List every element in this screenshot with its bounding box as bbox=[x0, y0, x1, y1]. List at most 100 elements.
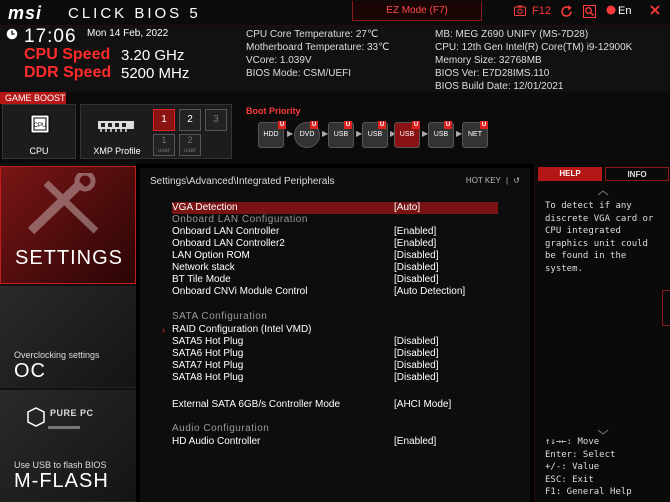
help-text: To detect if any discrete VGA card or CP… bbox=[545, 201, 654, 274]
setting-value: [Disabled] bbox=[394, 336, 439, 347]
setting-label: Network stack bbox=[172, 262, 235, 273]
nav-mflash[interactable]: PURE PC Use USB to flash BIOS M-FLASH bbox=[0, 390, 136, 502]
search-icon[interactable] bbox=[583, 5, 596, 21]
setting-row-sata8-hot-plug[interactable]: SATA8 Hot Plug [Disabled] bbox=[172, 372, 498, 384]
setting-row-lan-controller[interactable]: Onboard LAN Controller [Enabled] bbox=[172, 226, 498, 238]
setting-row-sata7-hot-plug[interactable]: SATA7 Hot Plug [Disabled] bbox=[172, 360, 498, 372]
setting-row-bt-tile-mode[interactable]: BT Tile Mode [Disabled] bbox=[172, 274, 498, 286]
scroll-up-icon[interactable] bbox=[597, 183, 609, 201]
tab-info[interactable]: INFO bbox=[605, 167, 669, 181]
clock-date: Mon 14 Feb, 2022 bbox=[87, 28, 169, 39]
setting-row-hd-audio[interactable]: HD Audio Controller [Enabled] bbox=[172, 436, 498, 448]
cpu-temp: CPU Core Temperature: 27℃ bbox=[246, 29, 379, 40]
key-select: Enter: Select bbox=[545, 449, 616, 460]
setting-label: Onboard CNVi Module Control bbox=[172, 286, 308, 297]
section-header-sata: SATA Configuration bbox=[172, 311, 498, 323]
nav-oc-label: OC bbox=[14, 360, 46, 382]
submenu-arrow-icon: › bbox=[162, 325, 165, 335]
setting-label: SATA6 Hot Plug bbox=[172, 348, 244, 359]
setting-value: [Disabled] bbox=[394, 274, 439, 285]
setting-row-cnvi-module[interactable]: Onboard CNVi Module Control [Auto Detect… bbox=[172, 286, 498, 298]
setting-row-sata5-hot-plug[interactable]: SATA5 Hot Plug [Disabled] bbox=[172, 336, 498, 348]
setting-label: LAN Option ROM bbox=[172, 250, 250, 261]
memory-module-icon bbox=[97, 119, 135, 138]
setting-value: [Enabled] bbox=[394, 238, 437, 249]
setting-value: [Enabled] bbox=[394, 226, 437, 237]
f12-label[interactable]: F12 bbox=[532, 5, 551, 17]
setting-row-sata6-hot-plug[interactable]: SATA6 Hot Plug [Disabled] bbox=[172, 348, 498, 360]
hotkey-button[interactable]: HOT KEY bbox=[466, 176, 501, 185]
ez-mode-button[interactable]: EZ Mode (F7) bbox=[352, 1, 482, 21]
setting-row-lan-option-rom[interactable]: LAN Option ROM [Disabled] bbox=[172, 250, 498, 262]
screenshot-icon[interactable] bbox=[514, 5, 526, 19]
clock-icon bbox=[6, 26, 18, 48]
msi-logo: msi bbox=[8, 3, 43, 23]
sysinfo-left: CPU Core Temperature: 27℃ Motherboard Te… bbox=[246, 28, 389, 80]
section-header-lan: Onboard LAN Configuration bbox=[172, 214, 498, 226]
key-legend: ↑↓→←: Move Enter: Select +/-: Value ESC:… bbox=[545, 436, 669, 499]
uefi-badge: U bbox=[310, 121, 318, 129]
cpu-speed-label: CPU Speed bbox=[24, 46, 111, 63]
setting-value: [AHCI Mode] bbox=[394, 399, 452, 410]
setting-value: [Auto Detection] bbox=[394, 286, 466, 297]
setting-label: External SATA 6GB/s Controller Mode bbox=[172, 399, 341, 410]
xmp-profile-panel[interactable]: XMP Profile 1 2 3 1 user 2 user bbox=[80, 104, 232, 159]
key-help: F1: General Help bbox=[545, 487, 632, 497]
uefi-badge: U bbox=[378, 121, 386, 129]
xmp-profile-3[interactable]: 3 bbox=[205, 109, 227, 131]
key-value: +/-: Value bbox=[545, 462, 600, 472]
sysinfo-right: MB: MEG Z690 UNIFY (MS-7D28) CPU: 12th G… bbox=[435, 28, 632, 93]
nav-settings[interactable]: SETTINGS bbox=[0, 166, 136, 284]
refresh-icon[interactable] bbox=[560, 5, 573, 21]
cpu-chip-icon: CPU bbox=[27, 111, 53, 142]
breadcrumb: Settings\Advanced\Integrated Peripherals bbox=[150, 176, 335, 187]
uefi-badge: U bbox=[444, 121, 452, 129]
game-boost-label: GAME BOOST bbox=[0, 92, 66, 104]
setting-label: HD Audio Controller bbox=[172, 436, 261, 447]
boot-priority-title: Boot Priority bbox=[246, 106, 301, 116]
info-side-tab-icon[interactable] bbox=[662, 290, 670, 326]
submenu-raid-configuration[interactable]: RAID Configuration (Intel VMD) bbox=[172, 324, 498, 336]
setting-value: [Disabled] bbox=[394, 348, 439, 359]
section-label: SATA Configuration bbox=[172, 311, 268, 322]
setting-label: VGA Detection bbox=[172, 202, 238, 213]
setting-row-vga-detection[interactable]: VGA Detection [Auto] bbox=[172, 202, 498, 214]
setting-value: [Disabled] bbox=[394, 262, 439, 273]
nav-oc[interactable]: Overclocking settings OC bbox=[0, 286, 136, 388]
xmp-profile-label: XMP Profile bbox=[93, 146, 141, 156]
mb-temp: Motherboard Temperature: 33℃ bbox=[246, 42, 390, 53]
boot-arrow-icon: ▶ bbox=[287, 129, 294, 138]
setting-row-network-stack[interactable]: Network stack [Disabled] bbox=[172, 262, 498, 274]
setting-label: SATA5 Hot Plug bbox=[172, 336, 244, 347]
cpu-boost-label: CPU bbox=[29, 146, 49, 156]
key-move: ↑↓→←: Move bbox=[545, 437, 600, 447]
main-panel: Settings\Advanced\Integrated Peripherals… bbox=[140, 168, 530, 502]
language-label[interactable]: En bbox=[618, 5, 631, 17]
xmp-profile-1[interactable]: 1 bbox=[153, 109, 175, 131]
uefi-badge: U bbox=[412, 121, 420, 129]
back-icon[interactable]: ↺ bbox=[513, 176, 520, 185]
close-icon[interactable] bbox=[650, 5, 660, 18]
setting-label: SATA8 Hot Plug bbox=[172, 372, 244, 383]
key-exit: ESC: Exit bbox=[545, 474, 594, 485]
user-profile-1[interactable]: 1 user bbox=[153, 134, 175, 156]
hotkey-bar: HOT KEY | ↺ bbox=[466, 176, 520, 185]
user-profile-2-number: 2 bbox=[187, 135, 193, 145]
setting-row-external-sata-mode[interactable]: External SATA 6GB/s Controller Mode [AHC… bbox=[172, 399, 498, 411]
tab-help[interactable]: HELP bbox=[538, 167, 602, 181]
xmp-profile-2[interactable]: 2 bbox=[179, 109, 201, 131]
setting-label: RAID Configuration (Intel VMD) bbox=[172, 324, 312, 335]
hotkey-separator: | bbox=[505, 176, 509, 185]
game-boost-strip: GAME BOOST CPU CPU XMP Profile 1 2 3 1 u… bbox=[0, 92, 670, 164]
section-label: Onboard LAN Configuration bbox=[172, 214, 308, 225]
bios-version: BIOS Ver: E7D28IMS.110 bbox=[435, 68, 550, 79]
setting-row-lan-controller2[interactable]: Onboard LAN Controller2 [Enabled] bbox=[172, 238, 498, 250]
globe-icon[interactable] bbox=[606, 5, 616, 18]
vcore: VCore: 1.039V bbox=[246, 55, 312, 66]
setting-value: [Enabled] bbox=[394, 436, 437, 447]
user-profile-2[interactable]: 2 user bbox=[179, 134, 201, 156]
cpu-boost-button[interactable]: CPU CPU bbox=[2, 104, 76, 159]
purepc-watermark-text: PURE PC bbox=[50, 408, 94, 418]
user-profile-1-number: 1 bbox=[161, 135, 167, 145]
ddr-speed-label: DDR Speed bbox=[24, 64, 112, 81]
